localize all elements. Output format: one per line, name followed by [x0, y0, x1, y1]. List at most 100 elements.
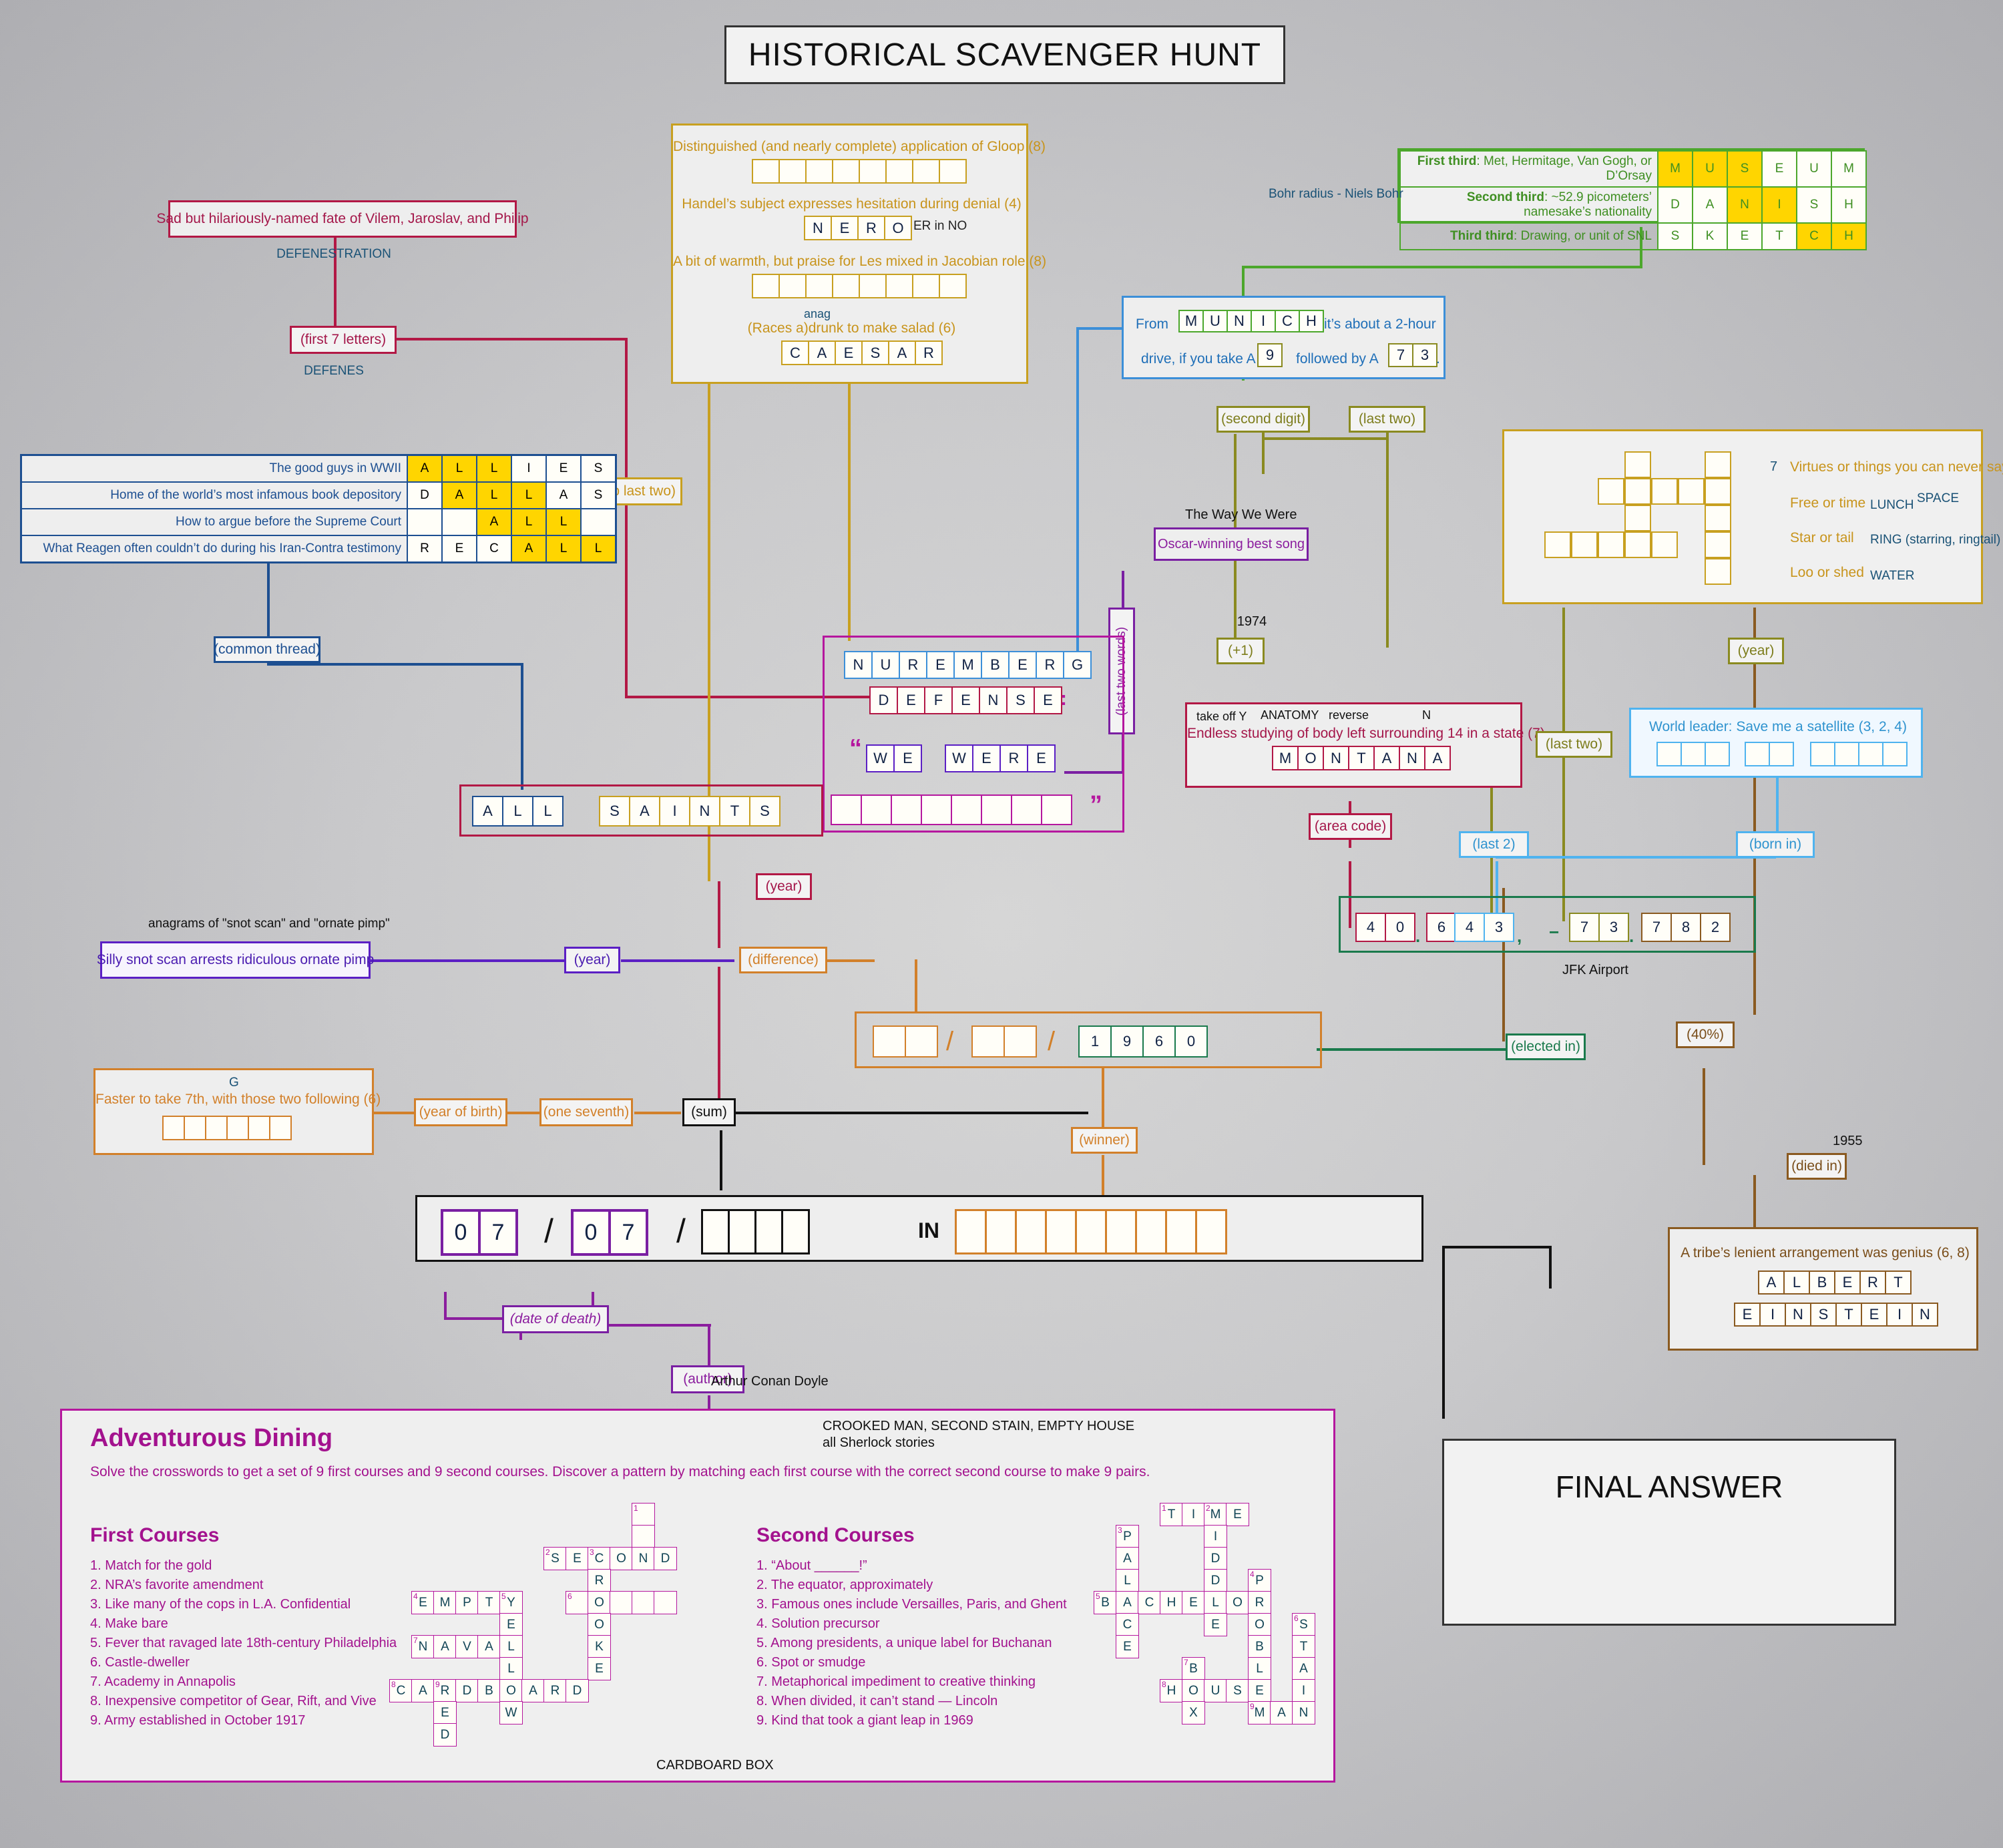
crossword-cell[interactable]: T: [1292, 1635, 1315, 1658]
common-thread-label[interactable]: (common thread): [214, 636, 320, 663]
crossword-cell[interactable]: E: [1116, 1635, 1139, 1658]
jfk-group-2[interactable]: 6: [1426, 913, 1457, 942]
fraction-year-cells[interactable]: 19 60: [1078, 1025, 1208, 1058]
crossword-cell[interactable]: A: [1116, 1547, 1139, 1570]
crossword-cell[interactable]: U: [1204, 1679, 1227, 1702]
munich-digit-1[interactable]: 9: [1257, 343, 1283, 367]
second-courses-grid[interactable]: 1TI2ME3PIADLD4P5BACHELORCEO6SEBT7BLA8HOU…: [1094, 1503, 1374, 1770]
all-cells[interactable]: AL L: [472, 796, 564, 827]
crossword-cell[interactable]: E: [566, 1547, 589, 1570]
born-in-label[interactable]: (born in): [1736, 831, 1815, 858]
crossword-cell[interactable]: 7N: [411, 1635, 435, 1658]
crossword-cell[interactable]: 1T: [1160, 1503, 1183, 1526]
nuremberg-cells[interactable]: NU RE MB ER G: [844, 651, 1092, 679]
defense-cells[interactable]: DE FE NS E: [869, 686, 1062, 714]
answer-word-cells[interactable]: [955, 1209, 1227, 1254]
crossword-cell[interactable]: 7B: [1182, 1657, 1205, 1680]
albert-cells[interactable]: AL BE RT: [1758, 1270, 1912, 1295]
crossword-cell[interactable]: O: [1248, 1613, 1271, 1636]
crossword-cell[interactable]: C: [1116, 1613, 1139, 1636]
crossword-cell[interactable]: 3C: [588, 1547, 611, 1570]
one-seventh-label[interactable]: (one seventh): [539, 1098, 633, 1126]
crossword-cell[interactable]: E: [1248, 1679, 1271, 1702]
crossword-cell[interactable]: B: [477, 1679, 501, 1702]
crossword-cell[interactable]: D: [433, 1723, 457, 1747]
last-2-label[interactable]: (last 2): [1459, 831, 1529, 858]
year-label-right[interactable]: (year): [1728, 638, 1784, 664]
crossword-cell[interactable]: O: [588, 1591, 611, 1614]
crossword-cell[interactable]: D: [1204, 1569, 1227, 1592]
died-in-label[interactable]: (died in): [1787, 1153, 1847, 1180]
fraction-group-2[interactable]: [971, 1025, 1037, 1058]
crossword-cell[interactable]: 9M: [1248, 1701, 1271, 1724]
crossword-cell[interactable]: L: [499, 1635, 523, 1658]
sum-label[interactable]: (sum): [682, 1098, 736, 1126]
crossword-cell[interactable]: 6S: [1292, 1613, 1315, 1636]
we-cells[interactable]: WE: [866, 744, 922, 772]
answer-date-3[interactable]: [701, 1209, 810, 1254]
answer-date-1[interactable]: 0 7: [441, 1209, 518, 1256]
crossword-cell[interactable]: P: [455, 1591, 479, 1614]
crossword-cell[interactable]: A: [521, 1679, 545, 1702]
crossword-cell[interactable]: N: [1292, 1701, 1315, 1724]
crossword-cell[interactable]: D: [566, 1679, 589, 1702]
crossword-cell[interactable]: L: [1248, 1657, 1271, 1680]
crossword-cell[interactable]: A: [1116, 1591, 1139, 1614]
crossword-cell[interactable]: 1: [632, 1503, 655, 1526]
elected-in-label[interactable]: (elected in): [1506, 1033, 1586, 1060]
final-answer-box[interactable]: FINAL ANSWER: [1442, 1439, 1896, 1626]
crossword-cell[interactable]: N: [632, 1547, 655, 1570]
first-7-letters-label[interactable]: (first 7 letters): [290, 326, 397, 354]
second-digit-label[interactable]: (second digit): [1216, 406, 1310, 433]
crossword-cell[interactable]: L: [1204, 1591, 1227, 1614]
last-two-label-montana[interactable]: (last two): [1536, 731, 1612, 758]
crossword-cell[interactable]: 5Y: [499, 1591, 523, 1614]
crossword-cell[interactable]: R: [1248, 1591, 1271, 1614]
crossword-cell[interactable]: E: [433, 1701, 457, 1724]
crossword-cell[interactable]: 6: [566, 1591, 589, 1614]
first-courses-grid[interactable]: 12SE3CONDR4EMPT5Y6OEO7NAVALKLE8CA9RDBOAR…: [389, 1503, 736, 1770]
crossword-cell[interactable]: [610, 1591, 633, 1614]
saints-cells[interactable]: SA IN TS: [599, 796, 781, 827]
jfk-group-4[interactable]: 73: [1569, 913, 1629, 942]
crossword-cell[interactable]: 5B: [1094, 1591, 1117, 1614]
gold-clue-4-cells[interactable]: CA ES AR: [781, 340, 943, 365]
crossword-cell[interactable]: K: [588, 1635, 611, 1658]
blank-quote-cells[interactable]: [831, 794, 1072, 825]
gold-clue-2-cells[interactable]: NE RO: [804, 216, 912, 240]
year-label-snot[interactable]: (year): [564, 947, 620, 973]
year-label-center[interactable]: (year): [756, 873, 812, 900]
crossword-cell[interactable]: E: [499, 1613, 523, 1636]
fraction-group-1[interactable]: [873, 1025, 938, 1058]
crossword-cell[interactable]: O: [1182, 1679, 1205, 1702]
crossword-cell[interactable]: O: [1226, 1591, 1249, 1614]
jfk-group-5[interactable]: 78 2: [1641, 913, 1731, 942]
crossword-cell[interactable]: A: [477, 1635, 501, 1658]
crossword-cell[interactable]: X: [1182, 1701, 1205, 1724]
crossword-cell[interactable]: T: [477, 1591, 501, 1614]
answer-date-2[interactable]: 0 7: [571, 1209, 648, 1256]
crossword-cell[interactable]: L: [1116, 1569, 1139, 1592]
crossword-cell[interactable]: S: [1226, 1679, 1249, 1702]
world-leader-group-2[interactable]: [1745, 742, 1794, 766]
crossword-cell[interactable]: [632, 1591, 655, 1614]
crossword-cell[interactable]: E: [1204, 1613, 1227, 1636]
crossword-cell[interactable]: O: [499, 1679, 523, 1702]
world-leader-group-3[interactable]: [1810, 742, 1908, 766]
crossword-cell[interactable]: [632, 1525, 655, 1548]
crossword-cell[interactable]: W: [499, 1701, 523, 1724]
last-two-label-munich[interactable]: (last two): [1349, 406, 1425, 433]
difference-label[interactable]: (difference): [739, 947, 827, 973]
crossword-cell[interactable]: V: [455, 1635, 479, 1658]
gold-clue-1-cells[interactable]: [752, 159, 967, 184]
crossword-cell[interactable]: E: [1182, 1591, 1205, 1614]
jfk-group-1[interactable]: 40: [1355, 913, 1415, 942]
crossword-cell[interactable]: D: [1204, 1547, 1227, 1570]
munich-digit-2[interactable]: 73: [1388, 343, 1437, 367]
crossword-cell[interactable]: R: [543, 1679, 567, 1702]
crossword-cell[interactable]: A: [1270, 1701, 1293, 1724]
crossword-cell[interactable]: E: [1226, 1503, 1249, 1526]
crossword-cell[interactable]: D: [654, 1547, 677, 1570]
gold-clue-3-cells[interactable]: [752, 274, 967, 298]
crossword-cell[interactable]: O: [588, 1613, 611, 1636]
